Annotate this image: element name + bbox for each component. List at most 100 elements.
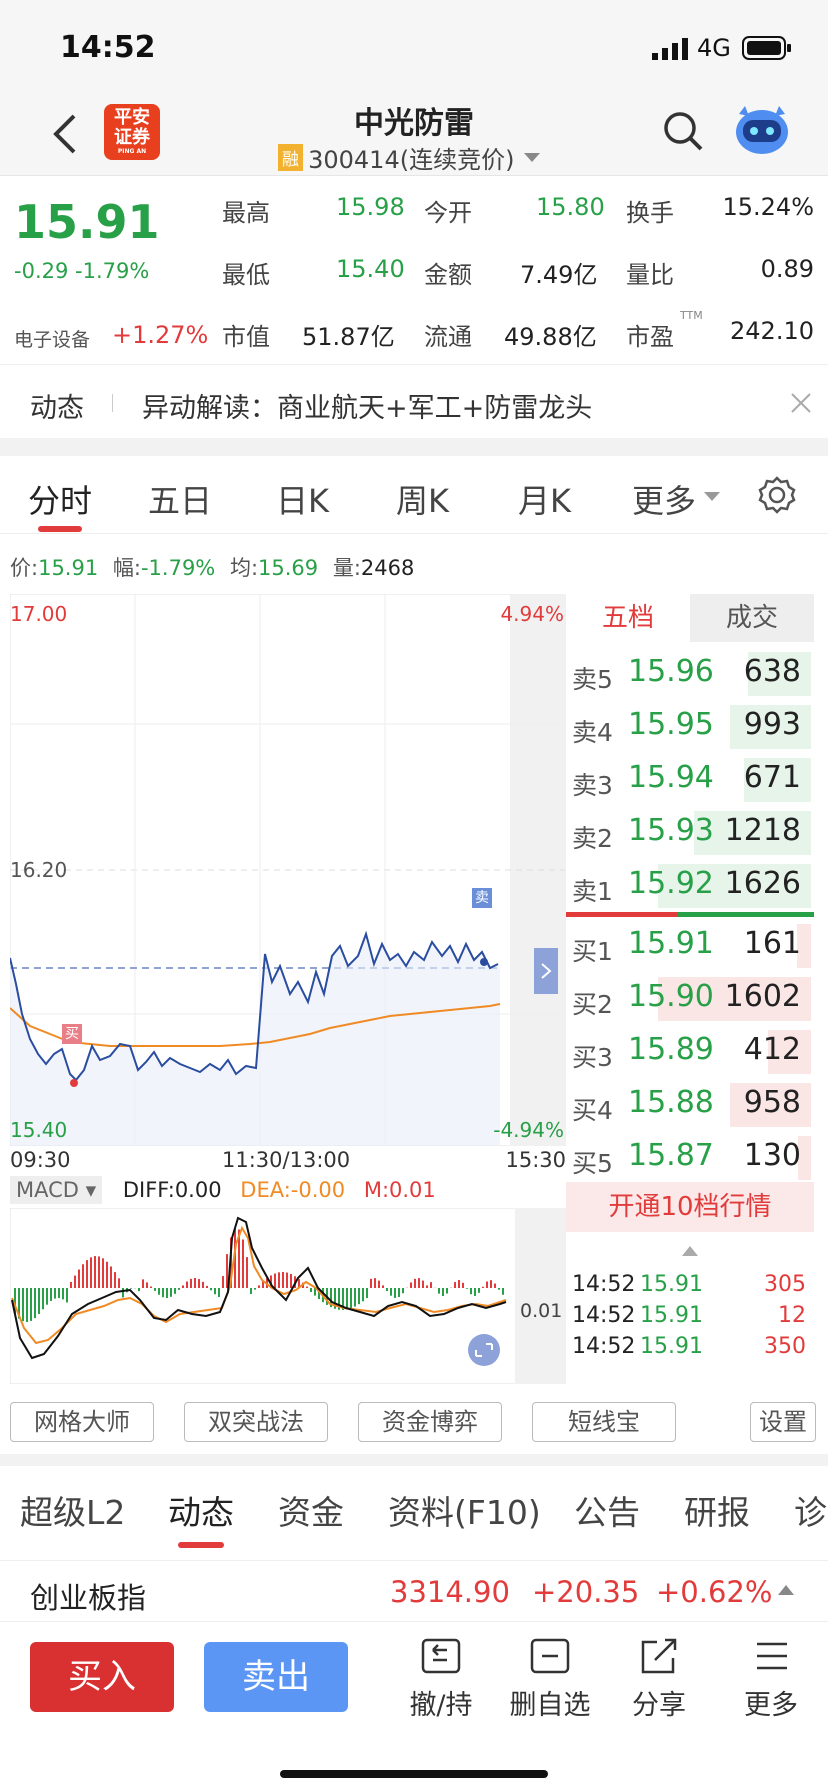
- bid-row[interactable]: 买1 15.91 161: [566, 920, 811, 972]
- macd-bar: [74, 1275, 76, 1288]
- index-strip[interactable]: 创业板指 3314.90 +20.35 +0.62%: [0, 1560, 828, 1622]
- price-change: -0.29 -1.79%: [14, 259, 150, 283]
- ask-row[interactable]: 卖1 15.92 1626: [566, 860, 811, 912]
- level-volume: 993: [743, 707, 801, 742]
- macd-bar: [54, 1288, 56, 1299]
- tab-monthly-k[interactable]: 月K: [518, 476, 571, 522]
- tab-diagnosis[interactable]: 诊: [794, 1486, 827, 1534]
- tool-settings-button[interactable]: 设置: [750, 1402, 816, 1442]
- trade-volume: 305: [764, 1272, 806, 1297]
- bid-row[interactable]: 买2 15.90 1602: [566, 973, 811, 1025]
- trade-time: 14:52: [572, 1272, 636, 1297]
- macd-bar: [130, 1288, 132, 1289]
- axis-low-pct: -4.94%: [493, 1118, 564, 1142]
- more-button[interactable]: 更多: [726, 1636, 816, 1722]
- tab-weekly-k[interactable]: 周K: [396, 476, 449, 522]
- macd-right-value: 0.01: [520, 1300, 563, 1322]
- cancel-order-icon: [421, 1638, 461, 1674]
- tab-announcements[interactable]: 公告: [574, 1486, 640, 1534]
- tool-short-term[interactable]: 短线宝: [532, 1402, 676, 1442]
- level-label: 卖5: [572, 665, 613, 694]
- macd-bar: [382, 1285, 384, 1288]
- ask-row[interactable]: 卖2 15.93 1218: [566, 807, 811, 859]
- macd-bar: [158, 1288, 160, 1295]
- macd-bar: [186, 1281, 188, 1288]
- macd-bar: [218, 1288, 220, 1298]
- remove-favorite-button[interactable]: 删自选: [500, 1636, 600, 1722]
- news-tag: 动态: [30, 393, 84, 424]
- bid-row[interactable]: 买3 15.89 412: [566, 1026, 811, 1078]
- low-value: 15.40: [336, 255, 405, 283]
- index-expand-icon[interactable]: [778, 1585, 794, 1595]
- axis-top-price: 17.00: [10, 602, 68, 626]
- macd-bar: [166, 1288, 168, 1298]
- status-time: 14:52: [60, 30, 156, 65]
- section-gap: [0, 438, 828, 456]
- tool-capital-game[interactable]: 资金博弈: [358, 1402, 502, 1442]
- tab-f10[interactable]: 资料(F10): [388, 1486, 541, 1534]
- level-price: 15.91: [628, 926, 714, 961]
- sector-change: +1.27%: [112, 321, 209, 349]
- tab-funds[interactable]: 资金: [278, 1486, 344, 1534]
- tab-super-l2[interactable]: 超级L2: [20, 1486, 125, 1534]
- macd-selector[interactable]: MACD ▾: [10, 1176, 103, 1204]
- tab-active-underline: [38, 526, 82, 532]
- macd-bar: [190, 1278, 192, 1288]
- bid-row[interactable]: 买5 15.87 130: [566, 1132, 811, 1184]
- macd-bar: [242, 1239, 244, 1288]
- high-label: 最高: [222, 199, 270, 227]
- buy-button[interactable]: 买入: [30, 1642, 174, 1712]
- macd-bar: [214, 1288, 216, 1295]
- stock-code-line[interactable]: 融 300414(连续竞价): [278, 140, 540, 174]
- macd-bar: [182, 1285, 184, 1288]
- macd-bar: [162, 1288, 164, 1298]
- macd-bar: [466, 1288, 468, 1289]
- level-price: 15.95: [628, 707, 714, 742]
- tab-research[interactable]: 研报: [684, 1486, 750, 1534]
- macd-bar: [498, 1288, 500, 1290]
- high-value: 15.98: [336, 193, 405, 221]
- trade-scroll-up-icon[interactable]: [682, 1246, 698, 1256]
- cancel-hold-button[interactable]: 撤/持: [396, 1636, 486, 1722]
- open-l2-button[interactable]: 开通10档行情: [566, 1182, 814, 1232]
- settings-gear-icon[interactable]: [758, 476, 796, 514]
- tool-grid-master[interactable]: 网格大师: [10, 1402, 154, 1442]
- ask-row[interactable]: 卖5 15.96 638: [566, 648, 811, 700]
- close-icon[interactable]: [790, 392, 812, 414]
- macd-bar: [58, 1288, 60, 1299]
- level-volume: 958: [743, 1085, 801, 1120]
- search-icon[interactable]: [662, 110, 704, 152]
- ob-tab-trades[interactable]: 成交: [690, 594, 814, 642]
- tool-double-break[interactable]: 双突战法: [184, 1402, 328, 1442]
- level-volume: 1218: [724, 813, 801, 848]
- vol-ratio-label: 量比: [626, 261, 674, 289]
- macd-bar: [198, 1279, 200, 1288]
- tab-intraday[interactable]: 分时: [28, 476, 92, 522]
- news-divider: [112, 394, 113, 412]
- ask-row[interactable]: 卖3 15.94 671: [566, 754, 811, 806]
- pe-ttm-sup: TTM: [680, 309, 703, 322]
- macd-bar: [378, 1280, 380, 1288]
- share-icon: [641, 1638, 677, 1674]
- news-strip[interactable]: 动态 异动解读：商业航天+军工+防雷龙头: [0, 366, 828, 438]
- share-button[interactable]: 分享: [614, 1636, 704, 1722]
- macd-bar: [462, 1282, 464, 1288]
- macd-bar: [138, 1288, 140, 1292]
- status-bar: 14:52 4G: [0, 0, 828, 96]
- macd-bar: [62, 1288, 64, 1300]
- tab-news[interactable]: 动态: [168, 1486, 234, 1534]
- sell-button[interactable]: 卖出: [204, 1642, 348, 1712]
- level-volume: 161: [743, 926, 801, 961]
- tab-five-day[interactable]: 五日: [148, 476, 212, 522]
- tab-daily-k[interactable]: 日K: [276, 476, 329, 522]
- trade-price: 15.91: [640, 1334, 703, 1359]
- macd-bar: [418, 1278, 420, 1288]
- ask-row[interactable]: 卖4 15.95 993: [566, 701, 811, 753]
- intraday-svg: [9, 593, 566, 1147]
- intraday-chart[interactable]: 17.00 16.20 15.40 4.94% -4.94% 买 卖: [9, 593, 566, 1147]
- tab-more[interactable]: 更多: [632, 476, 696, 522]
- sector-name[interactable]: 电子设备: [14, 325, 90, 352]
- ob-tab-five[interactable]: 五档: [566, 594, 690, 642]
- robot-assistant-icon[interactable]: [733, 104, 791, 156]
- bid-row[interactable]: 买4 15.88 958: [566, 1079, 811, 1131]
